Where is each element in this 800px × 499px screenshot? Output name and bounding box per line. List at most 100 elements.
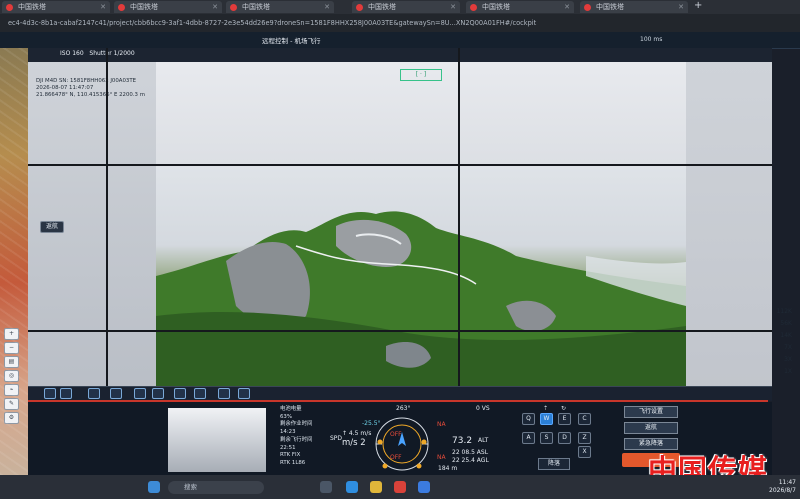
tab-label: 中国铁塔 (242, 3, 270, 11)
fullscreen-icon[interactable] (194, 388, 206, 399)
close-icon[interactable]: ✕ (564, 1, 570, 13)
clock-time: 11:47 (778, 479, 796, 486)
url-field[interactable]: ec4-4d3c-8b1a-cabaf2147c41/project/cbb6b… (8, 17, 568, 29)
battery-label: 电池电量 (280, 406, 302, 412)
photo-icon[interactable] (44, 388, 56, 399)
folder-icon[interactable] (370, 481, 382, 493)
new-tab-icon[interactable]: + (694, 0, 702, 11)
video-icon[interactable] (60, 388, 72, 399)
vs-readout: 0 VS (476, 405, 490, 412)
site-icon (356, 4, 363, 11)
gimbal-pitch-readout: -25.5° (362, 420, 381, 427)
task-view-icon[interactable] (320, 481, 332, 493)
measure-icon[interactable] (218, 388, 230, 399)
browser-tab[interactable]: 中国铁塔 ✕ (226, 1, 334, 13)
flight-time-label: 剩余飞行时间 (280, 436, 313, 443)
target-box-icon[interactable]: [ · ] (400, 69, 442, 81)
site-icon (470, 4, 477, 11)
work-time-label: 剩余作业时间 (280, 421, 313, 428)
warning-icon[interactable] (238, 388, 250, 399)
taskbar-search[interactable]: 搜索 (168, 481, 264, 494)
land-button[interactable]: 降落 (538, 458, 570, 470)
tab-label: 中国铁塔 (482, 3, 510, 11)
browser-tab[interactable]: 中国铁塔 ✕ (2, 1, 110, 13)
split-icon[interactable] (152, 388, 164, 399)
video-wall-panel (686, 62, 772, 392)
altitude-asl: 22 08.5 ASL (452, 449, 489, 456)
speed-label: SPD (330, 435, 343, 442)
taskbar-clock[interactable]: 11:47 2026/8/7 (752, 479, 796, 495)
close-icon[interactable]: ✕ (450, 1, 456, 13)
app-icon[interactable] (418, 481, 430, 493)
key-q[interactable]: Q (522, 413, 535, 425)
zoom-icon[interactable] (110, 388, 122, 399)
distance-readout: 184 m (438, 465, 458, 472)
tab-label: 中国铁塔 (596, 3, 624, 11)
key-x[interactable]: X (578, 446, 591, 458)
wps-icon[interactable] (394, 481, 406, 493)
obstacle-off-bottom: OFF (390, 454, 402, 461)
screen-seam (28, 330, 772, 332)
settings-icon[interactable] (174, 388, 186, 399)
drone-coordinates-text: 21.866478° N, 110.415366° E 2200.3 m (36, 92, 145, 98)
start-icon[interactable] (148, 481, 160, 493)
close-icon[interactable]: ✕ (678, 1, 684, 13)
flight-settings-button[interactable]: 飞行设置 (624, 406, 678, 418)
browser-icon[interactable] (346, 481, 358, 493)
key-e[interactable]: E (558, 413, 571, 425)
close-icon[interactable]: ✕ (324, 1, 330, 13)
live-video-feed[interactable] (156, 166, 686, 392)
app-title: 远程控制 - 机场飞行 (262, 37, 321, 45)
rtk-status: RTK FIX (280, 452, 301, 459)
tab-label: 中国铁塔 (368, 3, 396, 11)
zoom-level[interactable]: 14K (780, 332, 792, 339)
map-layer-icon[interactable]: ▤ (4, 356, 19, 368)
map-zoom-out-button[interactable]: − (4, 342, 19, 354)
zoom-level[interactable]: 56K (780, 320, 792, 327)
altitude-agl: 22 25.4 AGL (452, 457, 489, 464)
key-c[interactable]: C (578, 413, 591, 425)
obstacle-na-right: NA (437, 421, 446, 428)
work-time-value: 14:23 (280, 429, 296, 436)
map-draw-icon[interactable]: ✎ (4, 398, 19, 410)
telemetry-list: 电池电量 63% 剩余作业时间 14:23 剩余飞行时间 22:51 RTK F… (280, 406, 312, 468)
drone-model-text: DJI M4D SN: 1581F8HH062 J00A03TE (36, 78, 137, 84)
map-settings-icon[interactable]: ⚙ (4, 412, 19, 424)
browser-tab[interactable]: 中国铁塔 ✕ (352, 1, 460, 13)
browser-tab[interactable]: 中国铁塔 ✕ (580, 1, 688, 13)
zoom-level[interactable]: 112K (777, 308, 792, 315)
key-w[interactable]: W (540, 413, 553, 425)
vertical-speed-readout: ↑ 4.5 m/s (342, 430, 372, 437)
screen-seam (28, 164, 772, 166)
zoom-level[interactable]: 7X (784, 344, 792, 351)
zoom-level[interactable]: 1X (784, 368, 792, 375)
key-a[interactable]: A (522, 432, 535, 444)
obstacle-na-bottom: NA (437, 454, 446, 461)
fpv-thumbnail[interactable] (168, 408, 266, 472)
zoom-level[interactable]: 3X (784, 356, 792, 363)
map-zoom-in-button[interactable]: + (4, 328, 19, 340)
map-panel[interactable]: + − ▤ ◎ ⌁ ✎ ⚙ (0, 48, 28, 475)
infrared-icon[interactable] (134, 388, 146, 399)
browser-tab[interactable]: 中国铁塔 ✕ (114, 1, 222, 13)
gimbal-icon[interactable] (88, 388, 100, 399)
altitude-unit: ALT (478, 437, 489, 444)
site-icon (584, 4, 591, 11)
close-icon[interactable]: ✕ (212, 1, 218, 13)
latency-indicator: 100 ms (640, 36, 663, 43)
close-icon[interactable]: ✕ (100, 1, 106, 13)
key-z[interactable]: Z (578, 432, 591, 444)
app-header (0, 32, 800, 49)
map-ruler-icon[interactable]: ⌁ (4, 384, 19, 396)
key-s[interactable]: S (540, 432, 553, 444)
map-locate-icon[interactable]: ◎ (4, 370, 19, 382)
drone-info-overlay: DJI M4D SN: 1581F8HH062 J00A03TE 2026-08… (36, 78, 145, 99)
site-icon (118, 4, 125, 11)
altitude-readout: 73.2 (452, 436, 473, 446)
camera-osd-bar (28, 48, 772, 62)
key-d[interactable]: D (558, 432, 571, 444)
browser-tab[interactable]: 中国铁塔 ✕ (466, 1, 574, 13)
return-button[interactable]: 返航 (40, 221, 64, 233)
return-home-button[interactable]: 返航 (624, 422, 678, 434)
heading-readout: 263° (396, 405, 411, 412)
